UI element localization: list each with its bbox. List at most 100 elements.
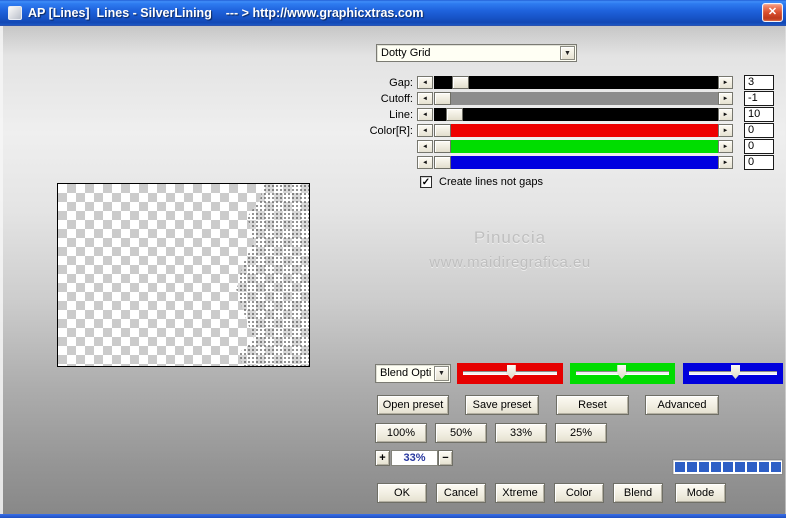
blend-dropdown-value: Blend Opti [380, 367, 432, 379]
slider-increment-button[interactable]: ► [718, 92, 733, 105]
slider-value-input[interactable]: 10 [744, 107, 774, 122]
window-title: AP [Lines] Lines - SilverLining --- > ht… [28, 6, 424, 20]
blend-channel-slider-green[interactable] [570, 363, 675, 384]
advanced-button[interactable]: Advanced [645, 395, 719, 415]
left-arrow-icon: ◄ [422, 143, 428, 150]
left-arrow-icon: ◄ [422, 111, 428, 118]
zoom-25-button[interactable]: 25% [555, 423, 607, 443]
slider-increment-button[interactable]: ► [718, 124, 733, 137]
progress-segment [735, 462, 745, 472]
preset-dropdown[interactable]: Dotty Grid ▼ [376, 44, 577, 62]
channel-thumb[interactable] [731, 365, 740, 379]
left-arrow-icon: ◄ [422, 95, 428, 102]
channel-thumb[interactable] [506, 365, 516, 379]
blend-options-dropdown[interactable]: Blend Opti ▼ [375, 364, 451, 383]
channel-thumb[interactable] [617, 365, 627, 379]
app-icon [8, 6, 22, 20]
preset-dropdown-value: Dotty Grid [381, 47, 431, 59]
open-preset-button[interactable]: Open preset [377, 395, 449, 415]
slider-label: Gap: [389, 77, 413, 89]
right-arrow-icon: ► [722, 79, 729, 86]
slider-label: Color[R]: [369, 125, 413, 137]
slider-label: Line: [389, 109, 413, 121]
slider-row-line: Line: ◄ ► 10 [0, 107, 786, 123]
slider-increment-button[interactable]: ► [718, 140, 733, 153]
blend-channel-slider-blue[interactable] [683, 363, 783, 384]
progress-segment [687, 462, 697, 472]
slider-row-color-green: ◄ ► 0 [0, 139, 786, 155]
slider-decrement-button[interactable]: ◄ [417, 140, 433, 153]
slider-track[interactable] [434, 140, 718, 153]
zoom-in-button[interactable]: + [375, 450, 390, 466]
close-icon: ✕ [767, 6, 778, 18]
slider-value-input[interactable]: 0 [744, 155, 774, 170]
slider-value-input[interactable]: 3 [744, 75, 774, 90]
slider-track[interactable] [434, 108, 718, 121]
plugin-dialog-window: AP [Lines] Lines - SilverLining --- > ht… [0, 0, 786, 518]
slider-row-color-blue: ◄ ► 0 [0, 155, 786, 171]
blend-channel-slider-red[interactable] [457, 363, 563, 384]
slider-value-input[interactable]: 0 [744, 139, 774, 154]
progress-segment [759, 462, 769, 472]
slider-thumb[interactable] [451, 76, 469, 89]
zoom-out-button[interactable]: − [438, 450, 453, 466]
blend-button[interactable]: Blend [613, 483, 663, 503]
slider-row-cutoff: Cutoff: ◄ ► -1 [0, 91, 786, 107]
slider-value-input[interactable]: -1 [744, 91, 774, 106]
slider-decrement-button[interactable]: ◄ [417, 124, 433, 137]
dialog-client-area: Dotty Grid ▼ Gap: ◄ ► 3 Cutoff: ◄ ► -1 L… [0, 26, 786, 514]
progress-segment [747, 462, 757, 472]
watermark: Pinuccia www.maidiregrafica.eu [395, 228, 625, 271]
save-preset-button[interactable]: Save preset [465, 395, 539, 415]
xtreme-button[interactable]: Xtreme [495, 483, 545, 503]
zoom-100-button[interactable]: 100% [375, 423, 427, 443]
slider-track[interactable] [434, 156, 718, 169]
ok-button[interactable]: OK [377, 483, 427, 503]
slider-thumb[interactable] [434, 156, 451, 169]
check-icon: ✓ [421, 177, 431, 188]
slider-increment-button[interactable]: ► [718, 108, 733, 121]
left-arrow-icon: ◄ [422, 79, 428, 86]
slider-thumb[interactable] [434, 140, 451, 153]
slider-label: Cutoff: [380, 93, 413, 105]
left-arrow-icon: ◄ [422, 159, 428, 166]
cancel-button[interactable]: Cancel [436, 483, 486, 503]
color-button[interactable]: Color [554, 483, 604, 503]
slider-row-color-red: Color[R]: ◄ ► 0 [0, 123, 786, 139]
checkbox-label: Create lines not gaps [439, 176, 543, 188]
title-bar: AP [Lines] Lines - SilverLining --- > ht… [0, 0, 786, 26]
slider-value-input[interactable]: 0 [744, 123, 774, 138]
slider-decrement-button[interactable]: ◄ [417, 108, 433, 121]
right-arrow-icon: ► [722, 111, 729, 118]
reset-button[interactable]: Reset [556, 395, 629, 415]
chevron-down-icon[interactable]: ▼ [560, 46, 575, 60]
slider-row-gap: Gap: ◄ ► 3 [0, 75, 786, 91]
zoom-50-button[interactable]: 50% [435, 423, 487, 443]
slider-decrement-button[interactable]: ◄ [417, 76, 433, 89]
slider-thumb[interactable] [445, 108, 463, 121]
chevron-down-icon[interactable]: ▼ [434, 366, 449, 381]
watermark-url: www.maidiregrafica.eu [429, 254, 591, 271]
close-button[interactable]: ✕ [762, 3, 783, 22]
slider-track[interactable] [434, 92, 718, 105]
window-bottom-border [0, 514, 786, 518]
right-arrow-icon: ► [722, 143, 729, 150]
create-lines-checkbox[interactable]: ✓ [420, 176, 432, 188]
mode-button[interactable]: Mode [675, 483, 726, 503]
slider-decrement-button[interactable]: ◄ [417, 156, 433, 169]
zoom-level-display: 33% [391, 450, 438, 466]
slider-increment-button[interactable]: ► [718, 156, 733, 169]
slider-track[interactable] [434, 76, 718, 89]
right-arrow-icon: ► [722, 127, 729, 134]
progress-segment [771, 462, 781, 472]
zoom-33-button[interactable]: 33% [495, 423, 547, 443]
slider-thumb[interactable] [434, 92, 451, 105]
slider-decrement-button[interactable]: ◄ [417, 92, 433, 105]
slider-increment-button[interactable]: ► [718, 76, 733, 89]
slider-thumb[interactable] [434, 124, 451, 137]
progress-segment [699, 462, 709, 472]
right-arrow-icon: ► [722, 95, 729, 102]
preview-area[interactable] [57, 183, 310, 367]
slider-track[interactable] [434, 124, 718, 137]
progress-bar [672, 459, 783, 475]
